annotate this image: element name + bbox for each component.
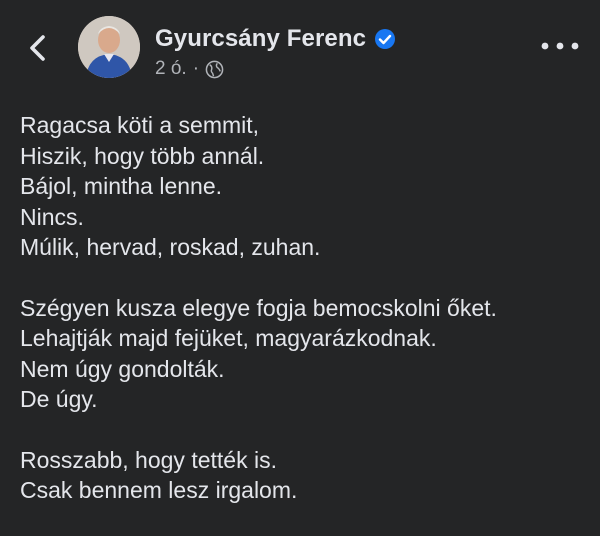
profile-photo: [78, 16, 140, 78]
avatar[interactable]: [78, 16, 140, 78]
poem-line: Hiszik, hogy több annál.: [20, 142, 265, 169]
poem-line: Bájol, mintha lenne.: [20, 173, 223, 199]
poem-line: Múlik, hervad, roskad, zuhan.: [20, 234, 321, 260]
author-name-link[interactable]: Gyurcsány Ferenc: [155, 25, 396, 53]
poem-stanza-2: Szégyen kusza elegye fogja bemocskolni ő…: [20, 293, 590, 415]
poem-line: Rosszabb, hogy tették is.: [20, 446, 277, 473]
post-header: Gyurcsány Ferenc 2 ó. ·: [0, 0, 600, 100]
poem-stanza-1: Ragacsa köti a semmit, Hiszik, hogy több…: [20, 110, 590, 263]
poem-line: Ragacsa köti a semmit,: [20, 112, 260, 138]
poem-line: Szégyen kusza elegye fogja bemocskolni ő…: [20, 294, 497, 321]
chevron-left-icon: [30, 35, 45, 61]
poem-line: Csak bennem lesz irgalom.: [20, 477, 298, 503]
poem-stanza-3: Rosszabb, hogy tették is. Csak bennem le…: [20, 445, 590, 506]
post-meta: 2 ó. ·: [155, 58, 224, 80]
poem-line: Nem úgy gondolták.: [20, 355, 225, 382]
meta-separator: ·: [192, 58, 200, 79]
post-timestamp[interactable]: 2 ó.: [155, 58, 187, 80]
more-options-button[interactable]: [538, 34, 582, 58]
back-button[interactable]: [20, 30, 56, 66]
post-text: Ragacsa köti a semmit, Hiszik, hogy több…: [20, 110, 590, 536]
poem-line: Nincs.: [20, 203, 84, 230]
poem-line: De úgy.: [20, 386, 98, 412]
verified-badge-icon: [374, 28, 396, 50]
poem-line: Lehajtják majd fejüket, magyarázkodnak.: [20, 325, 437, 351]
author-name: Gyurcsány Ferenc: [155, 25, 367, 52]
more-horizontal-icon: [541, 42, 579, 50]
globe-icon: [205, 60, 224, 79]
